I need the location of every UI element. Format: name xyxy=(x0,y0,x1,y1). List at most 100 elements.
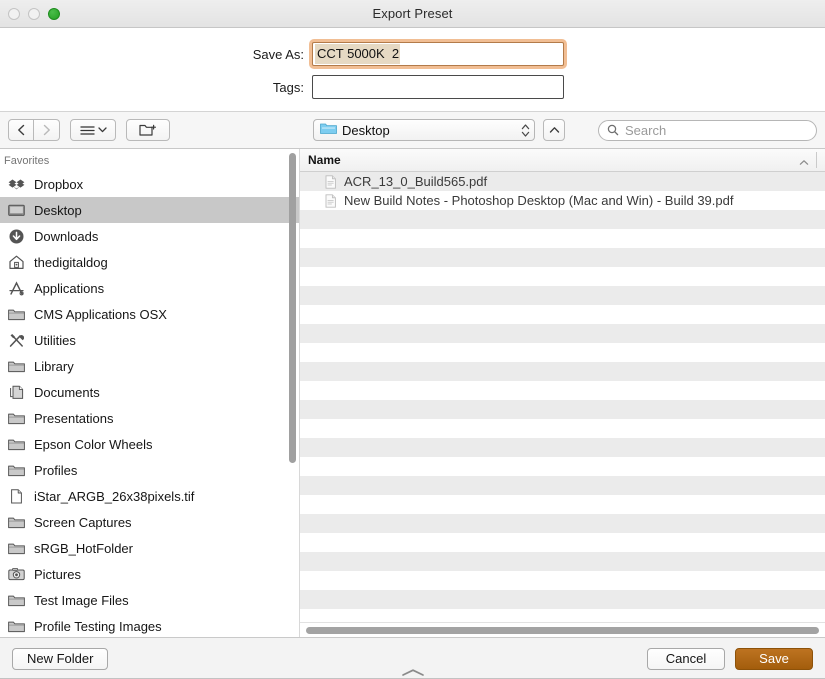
minimize-button-icon[interactable] xyxy=(28,7,40,20)
tags-label: Tags: xyxy=(272,79,304,95)
empty-row xyxy=(300,533,825,552)
sidebar-item-label: thedigitaldog xyxy=(34,254,108,270)
save-as-value-selected: CCT 5000K 2 xyxy=(315,44,401,64)
empty-row xyxy=(300,552,825,571)
dropbox-icon xyxy=(8,176,25,193)
sidebar-item-utilities[interactable]: Utilities xyxy=(0,327,299,353)
close-button-icon[interactable] xyxy=(8,7,20,20)
sidebar-item-label: Applications xyxy=(34,280,105,296)
search-input[interactable]: Search xyxy=(598,119,817,141)
sidebar-item-label: iStar_ARGB_26x38pixels.tif xyxy=(34,488,195,504)
path-popup-button[interactable]: Desktop xyxy=(313,119,535,141)
folder-icon xyxy=(8,410,25,427)
file-browser: Name ACR_13_0_Build565.pdf New Build Note… xyxy=(300,149,825,637)
sidebar-item-label: Utilities xyxy=(34,332,76,348)
sidebar-section-header: Favorites xyxy=(4,155,50,167)
search-icon xyxy=(607,124,619,136)
horizontal-scrollbar-track[interactable] xyxy=(300,622,825,637)
new-folder-toolbar-button[interactable] xyxy=(126,119,170,141)
sidebar-item-epson-color-wheels[interactable]: Epson Color Wheels xyxy=(0,431,299,457)
sidebar-item-thedigitaldog[interactable]: thedigitaldog xyxy=(0,249,299,275)
utilities-tools-icon xyxy=(8,332,25,349)
sidebar-item-documents[interactable]: Documents xyxy=(0,379,299,405)
sidebar-item-pictures[interactable]: Pictures xyxy=(0,561,299,587)
horizontal-scrollbar-thumb[interactable] xyxy=(306,626,819,634)
sidebar-item-desktop[interactable]: Desktop xyxy=(0,197,299,223)
home-house-icon xyxy=(8,254,25,271)
sidebar-item-label: sRGB_HotFolder xyxy=(34,540,133,556)
empty-row xyxy=(300,400,825,419)
empty-row xyxy=(300,267,825,286)
sidebar-item-applications[interactable]: Applications xyxy=(0,275,299,301)
empty-row xyxy=(300,495,825,514)
empty-row xyxy=(300,419,825,438)
sidebar-item-profiles[interactable]: Profiles xyxy=(0,457,299,483)
traffic-light-group xyxy=(8,0,60,27)
sidebar-item-list: Dropbox Desktop Downloads thedigitaldog Appl… xyxy=(0,171,299,637)
applications-a-icon xyxy=(8,280,25,297)
column-header-label: Name xyxy=(308,153,341,167)
save-button[interactable]: Save xyxy=(735,647,813,670)
view-options-button[interactable] xyxy=(70,119,116,141)
sidebar-item-label: CMS Applications OSX xyxy=(34,306,167,322)
sidebar-scrollbar[interactable] xyxy=(289,153,296,463)
browser-toolbar: Desktop Search xyxy=(0,111,825,149)
sidebar-item-downloads[interactable]: Downloads xyxy=(0,223,299,249)
enclosing-folder-button[interactable] xyxy=(543,119,565,141)
list-view-icon xyxy=(79,125,95,135)
sidebar-item-library[interactable]: Library xyxy=(0,353,299,379)
empty-row xyxy=(300,229,825,248)
empty-row xyxy=(300,457,825,476)
empty-row xyxy=(300,571,825,590)
file-row[interactable]: ACR_13_0_Build565.pdf xyxy=(300,172,825,191)
sidebar-item-label: Library xyxy=(34,358,74,374)
pdf-file-icon xyxy=(325,174,337,189)
empty-row xyxy=(300,381,825,400)
sidebar-item-screen-captures[interactable]: Screen Captures xyxy=(0,509,299,535)
sidebar-item-test-image-files[interactable]: Test Image Files xyxy=(0,587,299,613)
save-dialog-window: Export Preset Save As: CCT 5000K 2 Tags: xyxy=(0,0,825,679)
new-folder-button[interactable]: New Folder xyxy=(12,647,109,670)
empty-row xyxy=(300,362,825,381)
new-folder-icon xyxy=(139,124,156,136)
folder-icon xyxy=(8,592,25,609)
chevron-down-icon xyxy=(97,127,107,133)
favorites-sidebar[interactable]: Favorites Dropbox Desktop Downloads thedigi… xyxy=(0,149,300,637)
blue-folder-icon xyxy=(320,122,337,138)
search-placeholder: Search xyxy=(625,122,667,138)
navigation-button-group xyxy=(8,119,60,141)
file-name-label: ACR_13_0_Build565.pdf xyxy=(344,174,488,189)
sidebar-item-label: Dropbox xyxy=(34,176,84,192)
sidebar-item-srgb-hotfolder[interactable]: sRGB_HotFolder xyxy=(0,535,299,561)
back-button[interactable] xyxy=(8,119,34,141)
sidebar-item-dropbox[interactable]: Dropbox xyxy=(0,171,299,197)
title-bar: Export Preset xyxy=(0,0,825,28)
sidebar-item-presentations[interactable]: Presentations xyxy=(0,405,299,431)
footer-action-buttons: Cancel Save xyxy=(647,647,813,670)
empty-row xyxy=(300,438,825,457)
sidebar-item-profile-testing-images[interactable]: Profile Testing Images xyxy=(0,613,299,637)
tags-row: Tags: xyxy=(0,75,825,99)
save-as-input[interactable]: CCT 5000K 2 xyxy=(312,42,564,66)
sidebar-item-label: Downloads xyxy=(34,228,99,244)
file-row[interactable]: New Build Notes - Photoshop Desktop (Mac… xyxy=(300,191,825,210)
sidebar-item-cms-applications-osx[interactable]: CMS Applications OSX xyxy=(0,301,299,327)
chevron-right-icon xyxy=(43,124,50,136)
chevron-up-icon xyxy=(549,127,559,133)
empty-row xyxy=(300,476,825,495)
sidebar-item-label: Test Image Files xyxy=(34,592,129,608)
cancel-button[interactable]: Cancel xyxy=(647,647,725,670)
forward-button[interactable] xyxy=(34,119,60,141)
column-header-name[interactable]: Name xyxy=(300,149,825,172)
sidebar-item-label: Epson Color Wheels xyxy=(34,436,153,452)
tags-input[interactable] xyxy=(312,75,564,99)
sidebar-item-label: Desktop xyxy=(34,202,82,218)
folder-icon xyxy=(8,462,25,479)
sidebar-item-istar-argb-26x38pixels-tif[interactable]: iStar_ARGB_26x38pixels.tif xyxy=(0,483,299,509)
name-fields-area: Save As: CCT 5000K 2 Tags: xyxy=(0,28,825,111)
zoom-button-icon[interactable] xyxy=(48,7,60,20)
empty-row xyxy=(300,514,825,533)
folder-icon xyxy=(8,514,25,531)
sort-chevron-up-icon xyxy=(799,155,809,169)
file-row-list: ACR_13_0_Build565.pdf New Build Notes - P… xyxy=(300,172,825,622)
